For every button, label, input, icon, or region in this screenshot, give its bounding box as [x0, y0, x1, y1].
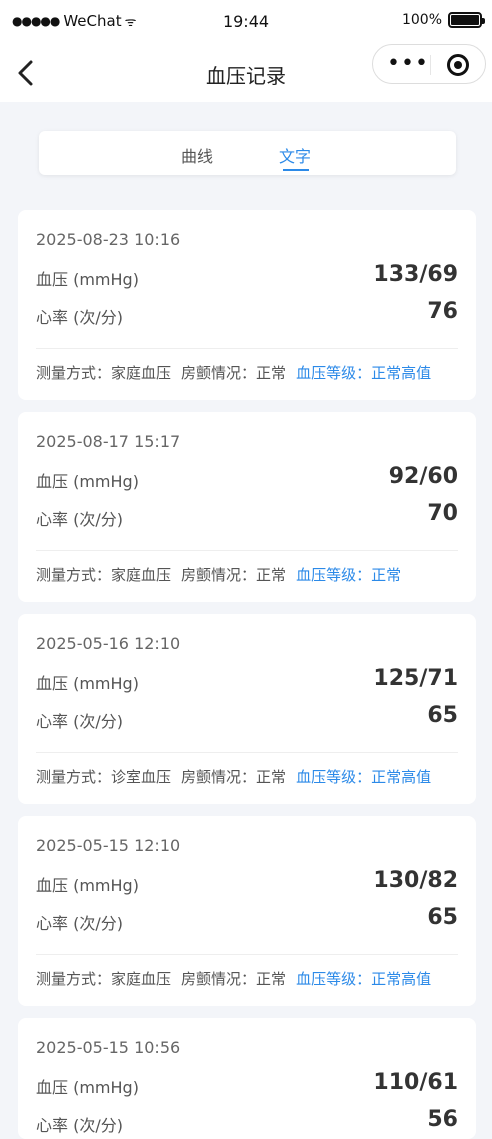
method-prefix: 测量方式：: [36, 566, 112, 584]
card-divider: [36, 550, 458, 551]
level-value: 正常: [371, 566, 402, 584]
card-divider: [36, 954, 458, 955]
capsule-divider: [430, 55, 431, 75]
active-tab-indicator: [283, 169, 309, 171]
record-footer: 测量方式：家庭血压 房颤情况：正常 血压等级：正常高值: [36, 968, 431, 989]
battery-icon: [448, 12, 485, 28]
af-prefix: 房颤情况：: [181, 970, 257, 988]
bp-value: 130/82: [373, 868, 458, 893]
level-prefix: 血压等级：: [296, 768, 372, 786]
record-datetime: 2025-05-15 10:56: [36, 1038, 181, 1057]
status-bar: ●●●●● WeChat ᯤ 19:44 100%: [0, 0, 492, 44]
bp-label: 血压 (mmHg): [36, 270, 139, 289]
card-divider: [36, 752, 458, 753]
close-target-icon[interactable]: [447, 54, 469, 76]
level-value: 正常高值: [371, 768, 432, 786]
record-card[interactable]: 2025-05-16 12:10 血压 (mmHg) 125/71 心率 (次/分) 6…: [18, 614, 476, 804]
method-prefix: 测量方式：: [36, 364, 112, 382]
more-icon[interactable]: •••: [387, 51, 429, 76]
bp-value: 110/61: [373, 1070, 458, 1095]
af-prefix: 房颤情况：: [181, 566, 257, 584]
battery-percent: 100%: [401, 12, 442, 28]
af-value: 正常: [256, 768, 287, 786]
method-value: 家庭血压: [111, 566, 172, 584]
bp-label: 血压 (mmHg): [36, 876, 139, 895]
hr-label: 心率 (次/分): [36, 712, 123, 731]
record-footer: 测量方式：诊室血压 房颤情况：正常 血压等级：正常高值: [36, 766, 431, 787]
record-datetime: 2025-08-17 15:17: [36, 432, 181, 451]
method-prefix: 测量方式：: [36, 970, 112, 988]
card-divider: [36, 348, 458, 349]
bp-label: 血压 (mmHg): [36, 472, 139, 491]
hr-value: 70: [427, 501, 458, 526]
record-card[interactable]: 2025-05-15 12:10 血压 (mmHg) 130/82 心率 (次/分) 6…: [18, 816, 476, 1006]
record-footer: 测量方式：家庭血压 房颤情况：正常 血压等级：正常高值: [36, 362, 431, 383]
af-prefix: 房颤情况：: [181, 768, 257, 786]
method-prefix: 测量方式：: [36, 768, 112, 786]
method-value: 家庭血压: [111, 970, 172, 988]
record-datetime: 2025-08-23 10:16: [36, 230, 181, 249]
af-value: 正常: [256, 566, 287, 584]
record-datetime: 2025-05-16 12:10: [36, 634, 181, 653]
level-prefix: 血压等级：: [296, 364, 372, 382]
tab-curve[interactable]: 曲线: [181, 143, 213, 167]
nav-bar: 血压记录 •••: [0, 44, 492, 102]
hr-value: 76: [427, 299, 458, 324]
level-value: 正常高值: [371, 364, 432, 382]
record-footer: 测量方式：家庭血压 房颤情况：正常 血压等级：正常: [36, 564, 401, 585]
hr-value: 65: [427, 905, 458, 930]
bp-label: 血压 (mmHg): [36, 1078, 139, 1097]
record-card[interactable]: 2025-08-17 15:17 血压 (mmHg) 92/60 心率 (次/分) 70…: [18, 412, 476, 602]
miniprogram-capsule: •••: [372, 44, 486, 84]
hr-label: 心率 (次/分): [36, 308, 123, 327]
view-tabs: 曲线 文字: [39, 131, 456, 175]
af-value: 正常: [256, 364, 287, 382]
hr-label: 心率 (次/分): [36, 914, 123, 933]
bp-label: 血压 (mmHg): [36, 674, 139, 693]
record-card[interactable]: 2025-08-23 10:16 血压 (mmHg) 133/69 心率 (次/分) 7…: [18, 210, 476, 400]
method-value: 诊室血压: [111, 768, 172, 786]
tab-text[interactable]: 文字: [279, 143, 311, 167]
af-value: 正常: [256, 970, 287, 988]
hr-value: 65: [427, 703, 458, 728]
bp-value: 92/60: [388, 464, 458, 489]
record-datetime: 2025-05-15 12:10: [36, 836, 181, 855]
af-prefix: 房颤情况：: [181, 364, 257, 382]
hr-label: 心率 (次/分): [36, 1116, 123, 1135]
record-card[interactable]: 2025-05-15 10:56 血压 (mmHg) 110/61 心率 (次/分) 5…: [18, 1018, 476, 1139]
hr-label: 心率 (次/分): [36, 510, 123, 529]
level-value: 正常高值: [371, 970, 432, 988]
battery-info: 100%: [401, 12, 485, 28]
bp-value: 133/69: [373, 262, 458, 287]
level-prefix: 血压等级：: [296, 970, 372, 988]
bp-value: 125/71: [373, 666, 458, 691]
method-value: 家庭血压: [111, 364, 172, 382]
level-prefix: 血压等级：: [296, 566, 372, 584]
hr-value: 56: [427, 1107, 458, 1132]
